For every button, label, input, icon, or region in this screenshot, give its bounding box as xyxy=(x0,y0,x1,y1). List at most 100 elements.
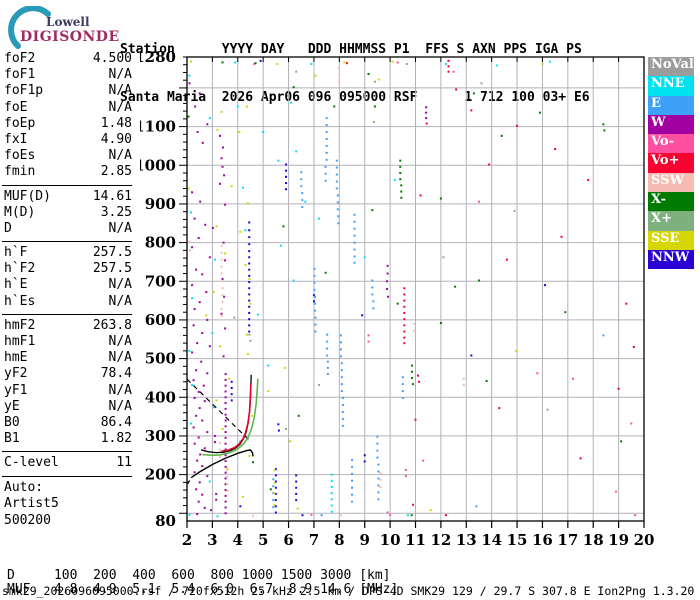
legend-item-vominus: Vo- xyxy=(648,134,694,154)
param-value: N/A xyxy=(108,220,132,236)
svg-text:11: 11 xyxy=(405,531,426,549)
param-row: hmF1 N/A xyxy=(4,334,132,350)
legend-item-w: W xyxy=(648,114,694,135)
status-bar: smk29_2026096095000.rsf / 720fx512h 25 k… xyxy=(2,584,695,598)
param-name: foF1p xyxy=(4,83,44,99)
param-name: yF1 xyxy=(4,382,28,398)
param-name: hmE xyxy=(4,350,28,366)
param-name: B1 xyxy=(4,431,20,447)
svg-text:17: 17 xyxy=(557,531,578,549)
muf-transmission-curve xyxy=(186,378,249,440)
param-row: foF1p N/A xyxy=(4,83,132,99)
param-name: h`F xyxy=(4,245,28,261)
param-row: fmin 2.85 xyxy=(4,164,132,180)
svg-text:18: 18 xyxy=(583,531,604,549)
param-name: foE xyxy=(4,99,28,115)
svg-text:300: 300 xyxy=(145,427,176,445)
param-value: N/A xyxy=(108,83,132,99)
legend-item-e: E xyxy=(648,95,694,115)
param-value: 257.5 xyxy=(92,261,132,277)
svg-text:8: 8 xyxy=(334,531,344,549)
param-row: h`F2 257.5 xyxy=(4,261,132,277)
svg-text:800: 800 xyxy=(145,234,176,252)
param-name: D xyxy=(4,220,12,236)
legend-item-nne: NNE xyxy=(648,76,694,96)
svg-text:15: 15 xyxy=(507,531,528,549)
svg-text:400: 400 xyxy=(145,388,176,406)
svg-text:14: 14 xyxy=(481,531,502,549)
param-row: yF2 78.4 xyxy=(4,366,132,382)
separator xyxy=(2,184,132,186)
param-name: fxI xyxy=(4,131,28,147)
legend-item-xminus: X- xyxy=(648,192,694,212)
svg-text:600: 600 xyxy=(145,311,176,329)
param-name: M(D) xyxy=(4,204,36,220)
param-row: hmF2 263.8 xyxy=(4,318,132,334)
param-row: foF1 N/A xyxy=(4,67,132,83)
param-row: foEp 1.48 xyxy=(4,116,132,132)
svg-text:900: 900 xyxy=(145,195,176,213)
true-height-profile-tail xyxy=(186,476,193,485)
parameter-groups: foF2 4.500 foF1 N/A foF1p N/A foE N/A foEp 1.48 fx… xyxy=(2,51,132,477)
scaled-parameters-panel: foF2 4.500 foF1 N/A foF1p N/A foE N/A foEp 1.48 fx… xyxy=(2,51,132,529)
param-row: foE N/A xyxy=(4,100,132,116)
param-value: N/A xyxy=(108,382,132,398)
param-value: N/A xyxy=(108,148,132,164)
param-value: 3.25 xyxy=(100,204,132,220)
separator xyxy=(2,475,132,477)
param-name: B0 xyxy=(4,414,20,430)
auto-label: Auto: xyxy=(4,479,44,495)
svg-text:16: 16 xyxy=(532,531,553,549)
param-row: foF2 4.500 xyxy=(4,51,132,67)
param-value: 1.82 xyxy=(100,431,132,447)
param-row: B0 86.4 xyxy=(4,415,132,431)
param-name: hmF2 xyxy=(4,317,36,333)
param-value: 1.48 xyxy=(100,115,132,131)
param-name: foF1 xyxy=(4,67,36,83)
param-row: foEs N/A xyxy=(4,148,132,164)
svg-text:2: 2 xyxy=(182,531,192,549)
param-value: 11 xyxy=(116,455,132,471)
svg-text:20: 20 xyxy=(634,531,655,549)
lowell-digisonde-logo: Lowell DIGISONDE xyxy=(8,5,119,50)
param-row: yE N/A xyxy=(4,399,132,415)
param-row: h`F 257.5 xyxy=(4,245,132,261)
svg-text:13: 13 xyxy=(456,531,477,549)
param-name: hmF1 xyxy=(4,334,36,349)
svg-text:4: 4 xyxy=(233,531,243,549)
param-value: N/A xyxy=(108,67,132,83)
param-row: h`Es N/A xyxy=(4,294,132,310)
legend-item-sse: SSE xyxy=(648,230,694,250)
param-value: N/A xyxy=(108,293,132,309)
param-row: MUF(D) 14.61 xyxy=(4,189,132,205)
svg-text:7: 7 xyxy=(309,531,319,549)
logo-text-lowell: Lowell xyxy=(46,15,90,29)
svg-text:200: 200 xyxy=(145,466,176,484)
param-name: h`Es xyxy=(4,293,36,309)
ionogram-plot: 1280 1100 1000 900 800 700 600 500 400 300 200 80 23… xyxy=(140,50,655,549)
param-name: foF2 xyxy=(4,51,36,66)
param-row: M(D) 3.25 xyxy=(4,205,132,221)
svg-text:1100: 1100 xyxy=(140,118,176,136)
param-value: N/A xyxy=(108,334,132,349)
svg-text:6: 6 xyxy=(283,531,293,549)
doppler-direction-legend: NoVal NNE E W Vo- Vo+ SSW X- X+ SSE NNW xyxy=(648,57,694,270)
autoscaler-version: 500200 xyxy=(4,512,51,528)
param-row: D N/A xyxy=(4,221,132,237)
legend-item-noval: NoVal xyxy=(648,57,694,77)
legend-item-nnw: NNW xyxy=(648,249,694,270)
svg-text:500: 500 xyxy=(145,350,176,368)
separator xyxy=(2,241,132,243)
param-value: N/A xyxy=(108,350,132,366)
param-value: 4.500 xyxy=(92,51,132,66)
param-value: 86.4 xyxy=(100,414,132,430)
param-name: foEs xyxy=(4,148,36,164)
param-row: fxI 4.90 xyxy=(4,132,132,148)
param-row: yF1 N/A xyxy=(4,383,132,399)
legend-item-ssw: SSW xyxy=(648,172,694,193)
autoscaler-name: Artist5 xyxy=(4,496,59,511)
param-row: C-level 11 xyxy=(4,455,132,471)
param-name: MUF(D) xyxy=(4,188,51,204)
svg-text:1280: 1280 xyxy=(140,50,176,66)
param-value: 14.61 xyxy=(92,188,132,204)
